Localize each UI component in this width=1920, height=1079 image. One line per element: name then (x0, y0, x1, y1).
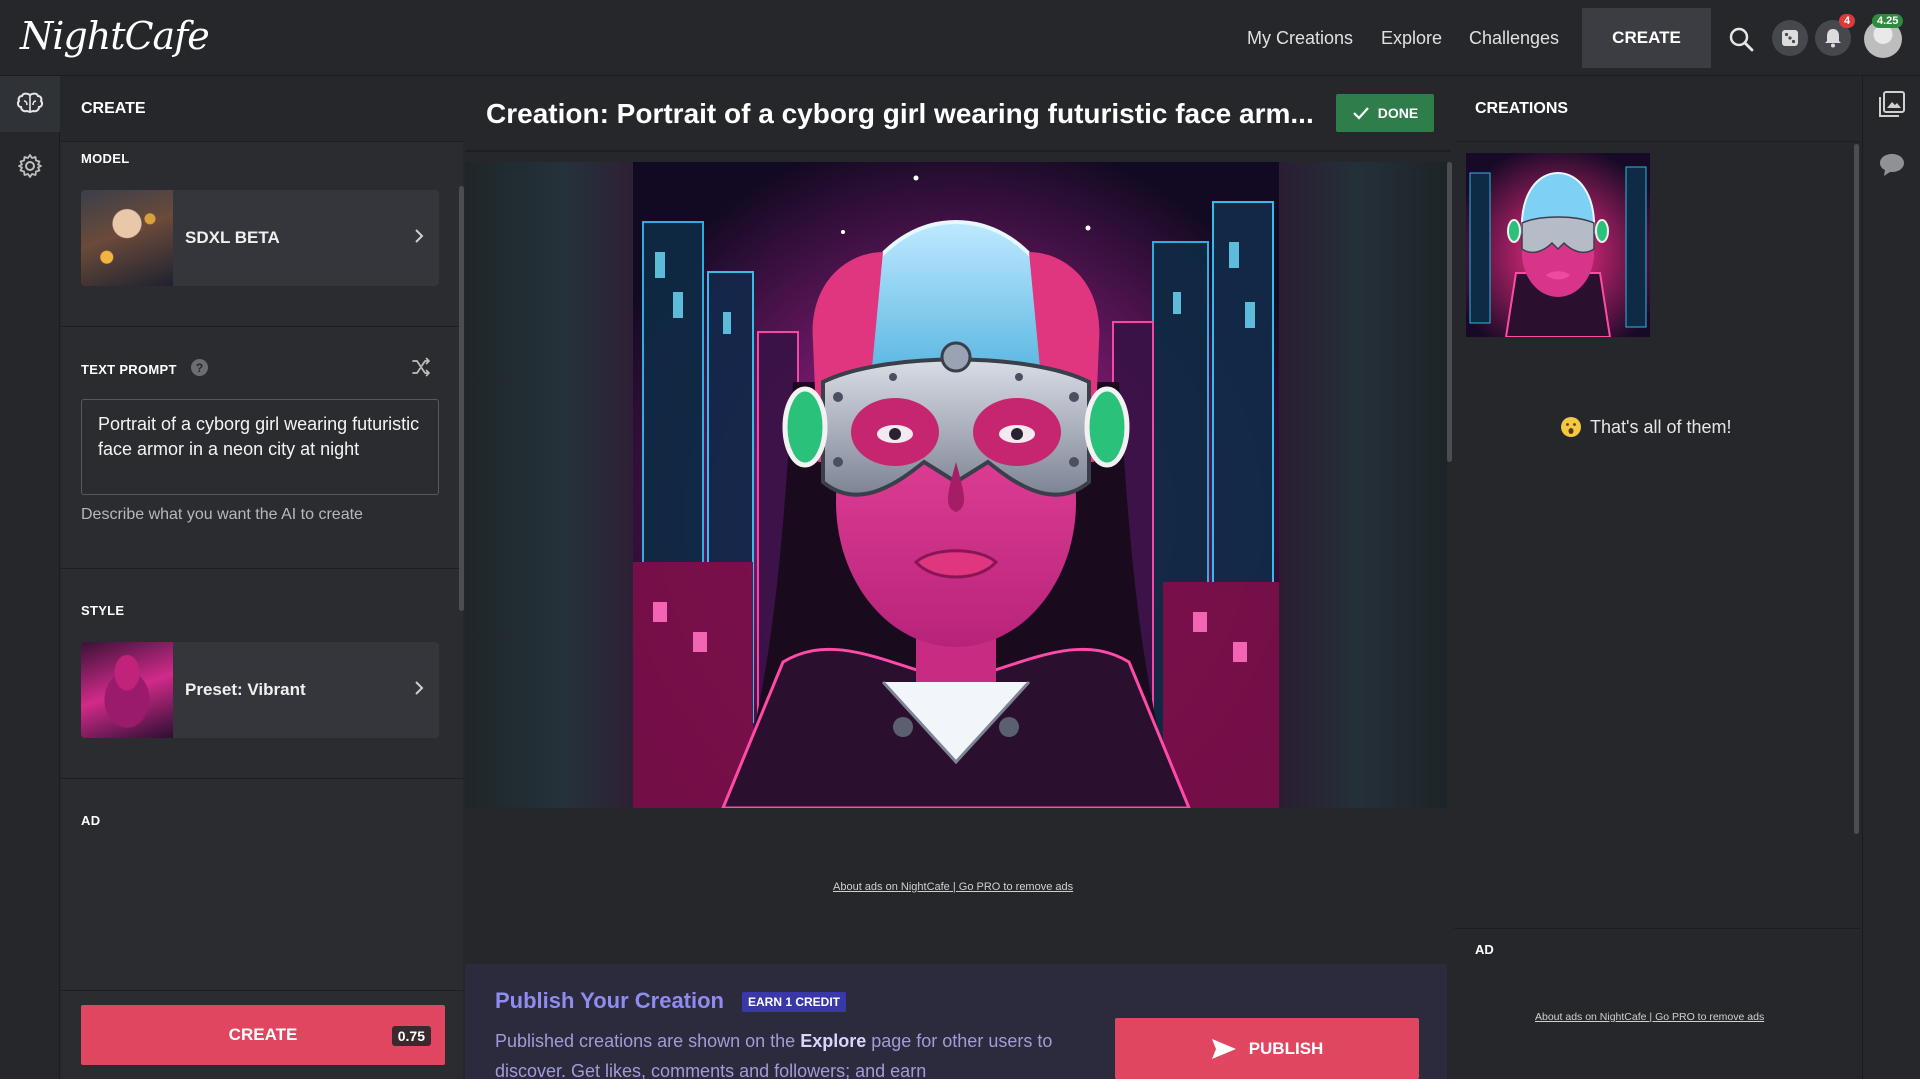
center-scrollbar[interactable] (1447, 162, 1452, 462)
creations-panel-title: CREATIONS (1475, 100, 1569, 117)
create-button[interactable]: CREATE 0.75 (81, 1005, 445, 1065)
help-icon[interactable]: ? (191, 359, 208, 376)
creation-title: Creation: Portrait of a cyborg girl wear… (486, 98, 1314, 129)
publish-button[interactable]: PUBLISH (1115, 1018, 1419, 1079)
go-pro-link[interactable]: Go PRO to remove ads (1655, 1011, 1764, 1023)
status-label: DONE (1377, 105, 1419, 121)
style-name: Preset: Vibrant (185, 680, 306, 699)
gear-icon[interactable] (0, 138, 60, 194)
blur-backdrop-right (1279, 162, 1447, 808)
prompt-help-text: Describe what you want the AI to create (81, 506, 363, 523)
credit-cost: 0.75 (391, 1026, 431, 1046)
publish-description: Published creations are shown on the Exp… (495, 1026, 1055, 1079)
creations-panel: CREATIONS That's all of them! AD About a… (1454, 76, 1860, 1079)
generated-image[interactable] (633, 162, 1279, 808)
creation-view: Creation: Portrait of a cyborg girl wear… (465, 76, 1452, 1079)
explore-link[interactable]: Explore (800, 1031, 866, 1051)
model-section-title: MODEL (81, 151, 130, 166)
style-selector[interactable]: Preset: Vibrant (81, 642, 439, 738)
image-stage (465, 162, 1447, 808)
left-icon-rail (0, 76, 60, 1079)
about-ads-link[interactable]: About ads on NightCafe (833, 881, 950, 893)
divider (61, 568, 463, 569)
ads-separator: | (1646, 1011, 1656, 1023)
chevron-right-icon (413, 678, 425, 703)
logo[interactable]: NightCafe (20, 14, 210, 58)
divider (1454, 928, 1860, 929)
create-panel-header: CREATE (61, 76, 463, 142)
style-thumbnail (81, 642, 173, 738)
go-pro-link[interactable]: Go PRO to remove ads (959, 881, 1073, 893)
left-panel-scrollbar[interactable] (459, 186, 464, 611)
model-thumbnail (81, 190, 173, 286)
nav-explore[interactable]: Explore (1381, 28, 1442, 49)
divider (61, 778, 463, 779)
end-of-list-message: That's all of them! (1560, 416, 1732, 438)
create-panel-title: CREATE (81, 100, 146, 117)
right-panel-scrollbar[interactable] (1854, 144, 1859, 834)
publish-desc-pre: Published creations are shown on the (495, 1031, 801, 1051)
publish-title: Publish Your Creation (495, 988, 724, 1013)
blur-backdrop-left (465, 162, 633, 808)
about-ads-link[interactable]: About ads on NightCafe (1535, 1011, 1647, 1023)
surprised-emoji-icon (1561, 417, 1581, 437)
nav-create-button[interactable]: CREATE (1582, 8, 1711, 68)
shuffle-icon[interactable] (411, 357, 431, 382)
check-icon (1352, 107, 1369, 120)
create-panel: CREATE MODEL SDXL BETA TEXT PROMPT ? Por… (61, 76, 464, 1079)
ads-links: About ads on NightCafe | Go PRO to remov… (1535, 1011, 1764, 1023)
creation-title-bar: Creation: Portrait of a cyborg girl wear… (465, 76, 1451, 152)
right-icon-rail (1862, 76, 1920, 1079)
earn-credit-badge: EARN 1 CREDIT (742, 992, 847, 1012)
end-of-list-text: That's all of them! (1590, 416, 1732, 437)
chevron-right-icon (413, 226, 425, 251)
create-button-label: CREATE (228, 1025, 298, 1044)
creations-panel-header: CREATIONS (1454, 76, 1860, 142)
creation-thumbnail[interactable] (1466, 153, 1650, 337)
model-selector[interactable]: SDXL BETA (81, 190, 439, 286)
publish-button-label: PUBLISH (1248, 1038, 1324, 1058)
chat-icon[interactable] (1878, 152, 1906, 183)
style-section-title: STYLE (81, 603, 125, 618)
model-name: SDXL BETA (185, 228, 280, 247)
ad-label: AD (1475, 942, 1494, 957)
brain-icon[interactable] (0, 76, 60, 132)
status-badge: DONE (1336, 94, 1434, 132)
notification-badge: 4 (1839, 14, 1856, 28)
ads-separator: | (949, 881, 959, 893)
gallery-icon[interactable] (1878, 90, 1906, 123)
top-nav: NightCafe My Creations Explore Challenge… (0, 0, 1920, 76)
ad-label: AD (81, 813, 101, 828)
prompt-input[interactable]: Portrait of a cyborg girl wearing futuri… (81, 399, 439, 495)
publish-section: Publish Your Creation EARN 1 CREDIT Publ… (465, 964, 1447, 1079)
dice-icon[interactable] (1772, 20, 1808, 56)
ads-links: About ads on NightCafe | Go PRO to remov… (833, 881, 1073, 893)
credits-badge: 4.25 (1872, 14, 1904, 28)
send-icon (1211, 1038, 1236, 1059)
divider (61, 326, 463, 327)
prompt-section-title: TEXT PROMPT (81, 362, 177, 377)
nav-my-creations[interactable]: My Creations (1247, 28, 1353, 49)
search-icon[interactable] (1724, 22, 1758, 56)
nav-challenges[interactable]: Challenges (1469, 28, 1559, 49)
